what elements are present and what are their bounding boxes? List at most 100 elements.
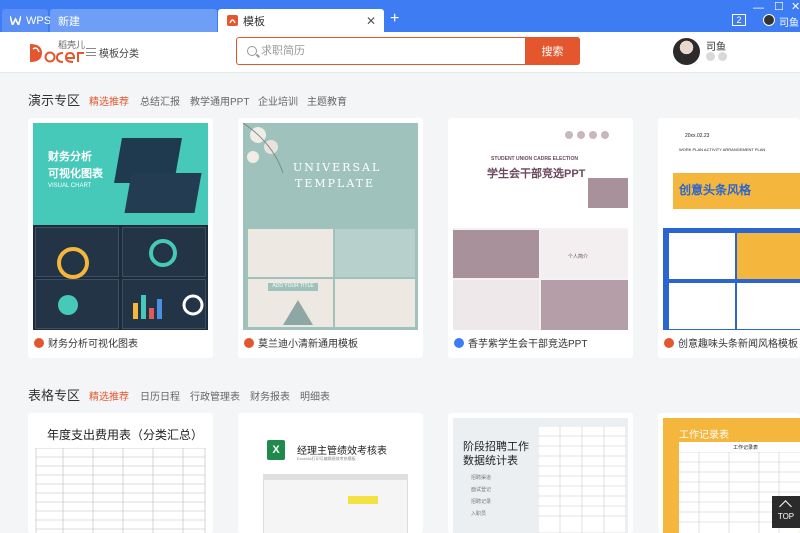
template-card[interactable]: STUDENT UNION CADRE ELECTION 学生会干部竞选PPT …	[448, 118, 633, 358]
filter-sheets-admin[interactable]: 行政管理表	[190, 388, 240, 403]
menu-icon[interactable]	[86, 48, 96, 56]
member-badge-icon[interactable]	[706, 52, 715, 61]
thumb-subtitle: 工作记录表	[733, 445, 759, 451]
username[interactable]: 司鱼	[706, 38, 726, 53]
filter-sheets-detail[interactable]: 明细表	[300, 388, 330, 403]
thumb-mountain	[283, 300, 313, 325]
filter-sheets-finance[interactable]: 财务报表	[250, 388, 290, 403]
ppt-icon	[244, 337, 254, 348]
template-title[interactable]: 莫兰迪小清新通用模板	[244, 335, 358, 350]
thumb-subtitle: VISUAL CHART	[48, 183, 92, 189]
filter-present-teaching[interactable]: 教学通用PPT	[190, 93, 249, 108]
thumb-slide	[335, 279, 415, 327]
thumb-slide	[541, 280, 628, 330]
site-header: 稻壳儿 模板分类 搜索 司鱼	[0, 32, 800, 73]
template-thumbnail[interactable]: X 经理主管绩效考核表 Excel4A打印可编辑绩效考核模板	[243, 418, 418, 533]
template-title[interactable]: 香芋紫学生会干部竞选PPT	[454, 335, 587, 350]
template-title[interactable]: 创意趣味头条新闻风格模板	[664, 335, 798, 350]
thumb-table	[263, 474, 408, 533]
thumb-title: 工作记录表	[679, 430, 729, 441]
thumb-highlight	[348, 496, 378, 504]
thumb-subtitle: WORK PLAN ACTIVITY ARRANGEMENT PLAN	[679, 147, 766, 152]
thumb-date: 20xx.02.23	[685, 133, 710, 139]
tab-new-label: 新建	[58, 15, 80, 28]
thumb-table-header	[263, 474, 408, 480]
thumb-slide	[669, 283, 735, 329]
tab-template[interactable]: 模板 ✕	[218, 9, 384, 32]
thumb-slide	[248, 229, 333, 277]
template-card[interactable]: 年度支出费用表（分类汇总）	[28, 413, 213, 533]
thumb-title: UNIVERSAL	[293, 161, 382, 174]
back-to-top-button[interactable]: TOP	[772, 496, 800, 528]
template-category-link[interactable]: 模板分类	[99, 45, 139, 60]
docer-logo[interactable]: 稻壳儿	[28, 40, 88, 66]
thumb-dots	[565, 131, 609, 139]
template-thumbnail[interactable]: 年度支出费用表（分类汇总）	[33, 418, 208, 533]
thumb-title-2: 可视化图表	[48, 168, 103, 180]
template-title[interactable]: 财务分析可视化图表	[34, 335, 138, 350]
template-thumbnail[interactable]: STUDENT UNION CADRE ELECTION 学生会干部竞选PPT …	[453, 123, 628, 330]
maximize-icon[interactable]: ☐	[774, 0, 784, 13]
thumb-title-2: TEMPLATE	[295, 177, 376, 190]
template-card[interactable]: X 经理主管绩效考核表 Excel4A打印可编辑绩效考核模板	[238, 413, 423, 533]
template-title-text: 香芋紫学生会干部竞选PPT	[468, 339, 588, 350]
ppt-icon	[34, 337, 44, 348]
thumb-title: 经理主管绩效考核表	[297, 446, 387, 457]
thumb-slide	[453, 280, 539, 330]
template-thumbnail[interactable]: 财务分析 可视化图表 VISUAL CHART	[33, 123, 208, 330]
filter-present-summary[interactable]: 总结汇报	[140, 93, 180, 108]
filter-present-featured[interactable]: 精选推荐	[89, 93, 129, 108]
section-title-sheets: 表格专区	[28, 388, 81, 403]
logo-subtitle: 稻壳儿	[58, 40, 86, 50]
thumb-charts	[57, 239, 204, 319]
template-title-text: 财务分析可视化图表	[48, 339, 138, 350]
template-thumbnail[interactable]: 20xx.02.23 WORK PLAN ACTIVITY ARRANGEMEN…	[663, 123, 800, 330]
search-input[interactable]	[261, 38, 521, 64]
filter-present-theme[interactable]: 主题教育	[307, 93, 347, 108]
thumb-subtitle: ADD YOUR TITLE	[268, 283, 318, 291]
ppt-blue-icon	[454, 337, 464, 348]
thumb-slide	[453, 230, 539, 278]
minimize-icon[interactable]: —	[753, 2, 764, 14]
thumb-slide	[669, 233, 735, 279]
thumb-slide	[737, 233, 800, 279]
thumb-title: 财务分析	[48, 151, 92, 163]
search-bar: 搜索	[236, 37, 580, 65]
window-username[interactable]: 司鱼	[779, 14, 799, 29]
thumb-slide	[737, 283, 800, 329]
thumb-table	[35, 448, 206, 533]
avatar-mini[interactable]	[763, 14, 775, 26]
thumb-title: STUDENT UNION CADRE ELECTION	[491, 156, 578, 162]
tab-new[interactable]: 新建	[50, 9, 217, 32]
thumb-title-2: 学生会干部竞选PPT	[487, 168, 586, 180]
template-card[interactable]: 20xx.02.23 WORK PLAN ACTIVITY ARRANGEMEN…	[658, 118, 800, 358]
template-thumbnail[interactable]: 阶段招聘工作 数据统计表 招聘渠道 面试登记 招聘记录 入职员	[453, 418, 628, 533]
filter-sheets-featured[interactable]: 精选推荐	[89, 388, 129, 403]
search-icon	[247, 46, 257, 56]
thumb-slide	[335, 229, 415, 277]
thumb-title-2: 数据统计表	[463, 455, 518, 467]
search-button[interactable]: 搜索	[525, 37, 580, 65]
avatar[interactable]	[673, 38, 700, 65]
template-title-text: 莫兰迪小清新通用模板	[258, 339, 358, 350]
tab-wps-label: WPS	[26, 14, 52, 27]
thumb-block	[588, 178, 628, 208]
close-window-icon[interactable]: ✕	[791, 0, 800, 13]
thumb-item: 入职员	[471, 511, 487, 517]
filter-present-training[interactable]: 企业培训	[258, 93, 298, 108]
vip-badge-icon[interactable]	[718, 52, 727, 61]
wps-logo-icon	[10, 15, 21, 27]
thumb-subtitle: 个人简介	[568, 254, 589, 260]
template-card[interactable]: 阶段招聘工作 数据统计表 招聘渠道 面试登记 招聘记录 入职员	[448, 413, 633, 533]
notification-badge[interactable]: 2	[732, 14, 746, 26]
close-tab-icon[interactable]: ✕	[366, 14, 376, 28]
filter-sheets-calendar[interactable]: 日历日程	[140, 388, 180, 403]
section-title-present: 演示专区	[28, 93, 81, 108]
thumb-title: 创意头条风格	[679, 183, 752, 197]
template-title-text: 创意趣味头条新闻风格模板	[678, 339, 798, 350]
tab-wps[interactable]: WPS	[2, 9, 52, 32]
template-thumbnail[interactable]: UNIVERSAL TEMPLATE ADD YOUR TITLE	[243, 123, 418, 330]
add-tab-button[interactable]: +	[390, 10, 399, 28]
template-card[interactable]: 财务分析 可视化图表 VISUAL CHART 财务分析可视化图表	[28, 118, 213, 358]
template-card[interactable]: UNIVERSAL TEMPLATE ADD YOUR TITLE 莫兰迪小清新…	[238, 118, 423, 358]
